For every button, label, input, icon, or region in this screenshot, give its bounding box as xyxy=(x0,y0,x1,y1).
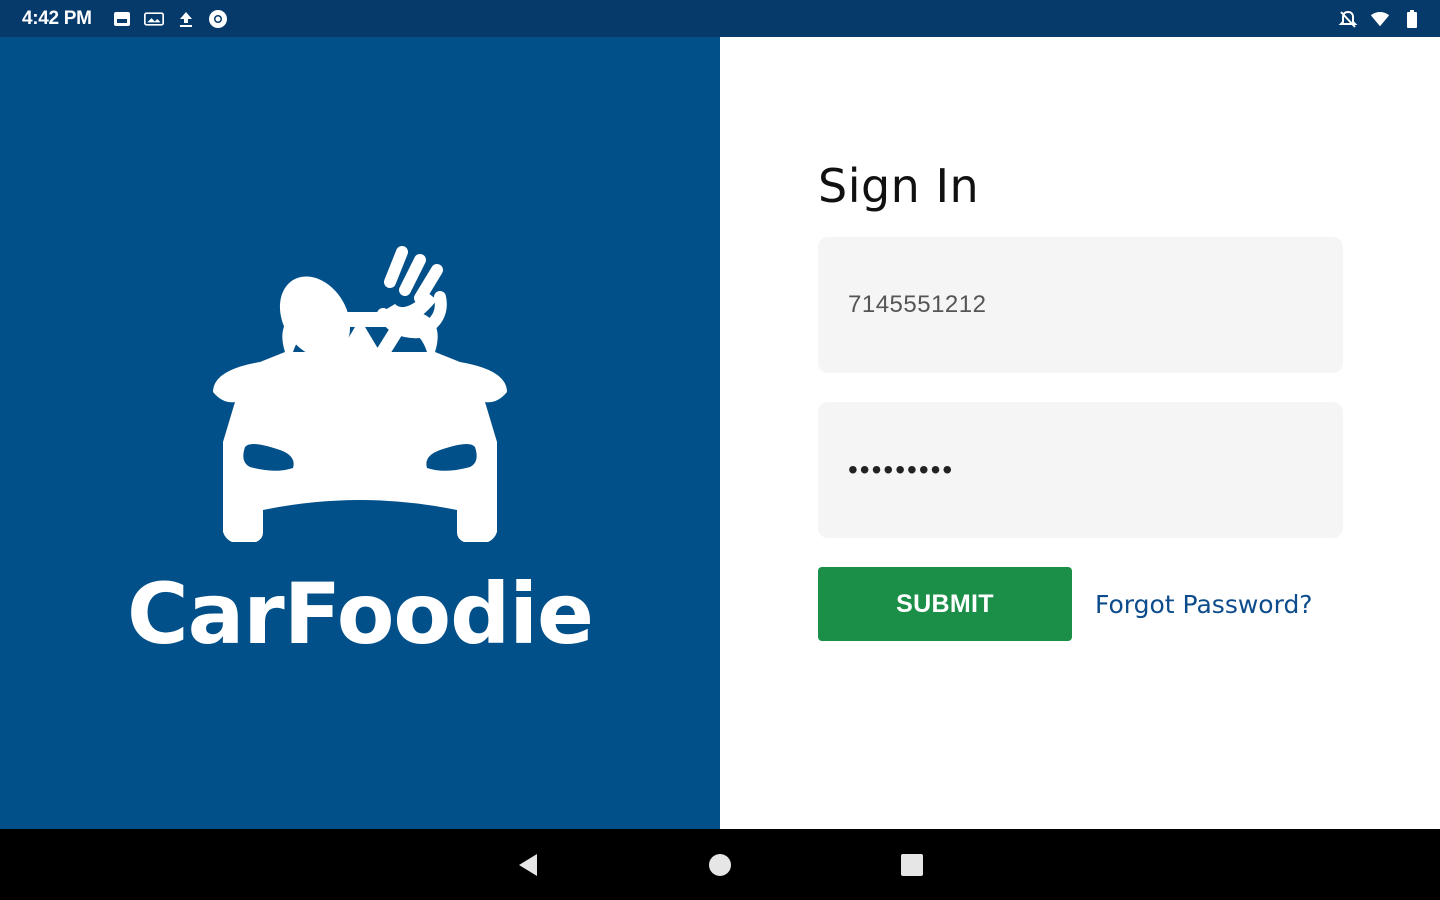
forgot-password-link[interactable]: Forgot Password? xyxy=(1095,590,1313,619)
chrome-icon xyxy=(208,9,228,29)
signin-panel: Sign In SUBMIT Forgot Password? xyxy=(720,37,1440,829)
brand-panel: CarFoodie xyxy=(0,37,720,829)
car-with-spoon-and-fork-icon xyxy=(213,246,507,542)
back-icon[interactable] xyxy=(514,851,542,879)
phone-field[interactable] xyxy=(818,237,1343,373)
battery-icon xyxy=(1402,9,1422,29)
submit-button[interactable]: SUBMIT xyxy=(818,567,1072,641)
status-time: 4:42 PM xyxy=(22,7,92,29)
status-right xyxy=(1338,9,1422,29)
gallery-icon xyxy=(112,9,132,29)
status-notification-icons xyxy=(112,9,228,29)
photo-icon xyxy=(143,9,164,29)
password-field[interactable] xyxy=(818,402,1343,538)
upload-icon xyxy=(176,9,196,29)
notifications-off-icon xyxy=(1338,9,1358,29)
home-icon[interactable] xyxy=(706,851,734,879)
recents-icon[interactable] xyxy=(898,851,926,879)
status-left: 4:42 PM xyxy=(22,8,228,30)
page-title: Sign In xyxy=(818,159,980,213)
phone-input[interactable] xyxy=(848,291,1343,319)
password-input[interactable] xyxy=(848,454,1343,486)
status-bar: 4:42 PM xyxy=(0,0,1440,37)
brand-name: CarFoodie xyxy=(126,565,594,663)
navigation-bar xyxy=(0,829,1440,900)
wifi-icon xyxy=(1370,9,1390,29)
